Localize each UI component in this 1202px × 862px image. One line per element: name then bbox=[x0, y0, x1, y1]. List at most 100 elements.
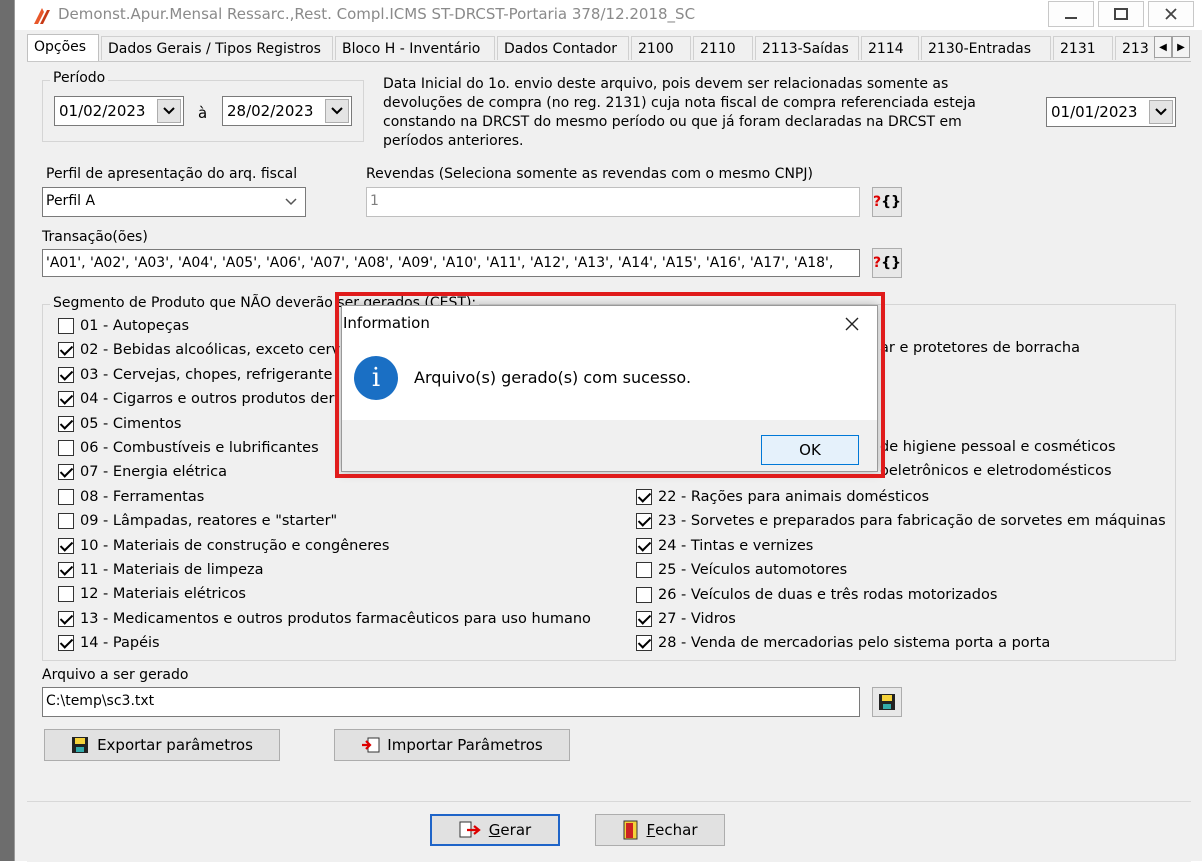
window-title: Demonst.Apur.Mensal Ressarc.,Rest. Compl… bbox=[58, 5, 696, 23]
segment-checkbox[interactable]: 11 - Materiais de limpeza bbox=[58, 560, 264, 580]
note-line: Data Inicial do 1o. envio deste arquivo,… bbox=[383, 76, 949, 92]
periodo-from-date[interactable]: 01/02/2023 bbox=[54, 96, 184, 126]
tab-213-partial[interactable]: 213 bbox=[1115, 36, 1155, 60]
checkbox-icon[interactable] bbox=[636, 586, 652, 603]
checkbox-icon[interactable] bbox=[58, 318, 74, 334]
close-icon bbox=[1165, 8, 1177, 20]
floppy-disk-icon bbox=[72, 737, 89, 753]
segment-label-partial: de higiene pessoal e cosméticos bbox=[880, 439, 1116, 455]
tab-2131[interactable]: 2131 bbox=[1053, 36, 1113, 60]
chevron-down-icon[interactable] bbox=[325, 99, 349, 123]
segment-checkbox[interactable]: 02 - Bebidas alcoólicas, exceto cerv bbox=[58, 340, 340, 360]
segment-checkbox[interactable]: 25 - Veículos automotores bbox=[636, 560, 847, 580]
braces-icon: {} bbox=[881, 194, 902, 210]
tab-scroll-right-arrow-icon[interactable]: ▶ bbox=[1172, 36, 1190, 58]
checkbox-icon[interactable] bbox=[636, 635, 652, 652]
segment-label: 01 - Autopeças bbox=[80, 318, 190, 334]
segment-checkbox[interactable]: 01 - Autopeças bbox=[58, 316, 189, 336]
segment-checkbox[interactable]: 22 - Rações para animais domésticos bbox=[636, 487, 929, 507]
maximize-icon bbox=[1114, 8, 1128, 20]
tab-2110[interactable]: 2110 bbox=[693, 36, 753, 60]
revendas-select-button[interactable]: ?{} bbox=[872, 187, 902, 217]
checkbox-icon[interactable] bbox=[58, 366, 74, 383]
fechar-label: echar bbox=[655, 821, 698, 839]
exit-door-icon bbox=[623, 820, 637, 840]
importar-parametros-button[interactable]: Importar Parâmetros bbox=[334, 729, 570, 761]
transacoes-select-button[interactable]: ?{} bbox=[872, 248, 902, 278]
checkbox-icon[interactable] bbox=[636, 537, 652, 554]
checkbox-icon[interactable] bbox=[58, 440, 74, 456]
segment-checkbox[interactable]: 26 - Veículos de duas e três rodas motor… bbox=[636, 585, 997, 605]
checkbox-icon[interactable] bbox=[58, 488, 74, 505]
chevron-down-icon bbox=[285, 198, 297, 206]
perfil-label: Perfil de apresentação do arq. fiscal bbox=[46, 166, 298, 182]
checkbox-icon[interactable] bbox=[58, 513, 74, 530]
exportar-label: Exportar parâmetros bbox=[97, 736, 253, 754]
segment-checkbox[interactable]: 09 - Lâmpadas, reatores e "starter" bbox=[58, 511, 337, 531]
tab-dados-gerais[interactable]: Dados Gerais / Tipos Registros bbox=[101, 36, 333, 60]
segment-checkbox[interactable]: 10 - Materiais de construção e congênere… bbox=[58, 536, 389, 556]
checkbox-icon[interactable] bbox=[58, 562, 74, 578]
perfil-select[interactable]: Perfil A bbox=[42, 187, 306, 217]
checkbox-icon[interactable] bbox=[58, 610, 74, 627]
segment-checkbox[interactable]: 12 - Materiais elétricos bbox=[58, 584, 246, 604]
chevron-down-icon[interactable] bbox=[157, 99, 181, 123]
help-query-icon: ? bbox=[872, 255, 882, 271]
checkbox-icon[interactable] bbox=[58, 391, 74, 408]
segment-checkbox[interactable]: 04 - Cigarros e outros produtos der bbox=[58, 389, 334, 409]
note-line: períodos anteriores. bbox=[383, 133, 524, 149]
tab-scroll-left-arrow-icon[interactable]: ◀ bbox=[1154, 36, 1172, 58]
tab-2100[interactable]: 2100 bbox=[631, 36, 691, 60]
tab-opcoes[interactable]: Opções bbox=[27, 34, 99, 62]
checkbox-icon[interactable] bbox=[58, 635, 74, 652]
checkbox-icon[interactable] bbox=[636, 611, 652, 627]
import-document-icon bbox=[362, 737, 380, 753]
revendas-field[interactable]: 1 bbox=[366, 187, 860, 217]
tab-dados-contador[interactable]: Dados Contador bbox=[497, 36, 629, 60]
segment-checkbox[interactable]: 27 - Vidros bbox=[636, 609, 736, 629]
arquivo-path-field[interactable]: C:\temp\sc3.txt bbox=[42, 687, 860, 717]
arquivo-save-button[interactable] bbox=[872, 687, 902, 717]
segment-label: 06 - Combustíveis e lubrificantes bbox=[80, 440, 319, 456]
periodo-label: Período bbox=[50, 70, 109, 86]
segment-checkbox[interactable]: 28 - Venda de mercadorias pelo sistema p… bbox=[636, 633, 1050, 653]
segment-label: 22 - Rações para animais domésticos bbox=[658, 489, 930, 505]
segment-checkbox[interactable]: 14 - Papéis bbox=[58, 633, 160, 653]
tab-bloco-h[interactable]: Bloco H - Inventário bbox=[335, 36, 495, 60]
checkbox-icon[interactable] bbox=[636, 489, 652, 505]
initial-date-field[interactable]: 01/01/2023 bbox=[1046, 97, 1176, 127]
revendas-label: Revendas (Seleciona somente as revendas … bbox=[366, 166, 813, 182]
segment-checkbox[interactable]: 03 - Cervejas, chopes, refrigerante bbox=[58, 365, 332, 385]
transacoes-field[interactable]: 'A01', 'A02', 'A03', 'A04', 'A05', 'A06'… bbox=[42, 249, 860, 277]
checkbox-icon[interactable] bbox=[58, 537, 74, 554]
segment-checkbox[interactable]: 08 - Ferramentas bbox=[58, 487, 204, 507]
fechar-button[interactable]: Fechar bbox=[595, 814, 725, 846]
segment-checkbox[interactable]: 05 - Cimentos bbox=[58, 414, 181, 434]
checkbox-icon[interactable] bbox=[636, 513, 652, 530]
periodo-to-date[interactable]: 28/02/2023 bbox=[222, 96, 352, 126]
help-query-icon: ? bbox=[872, 194, 882, 210]
segment-checkbox[interactable]: 23 - Sorvetes e preparados para fabricaç… bbox=[636, 511, 1166, 531]
checkbox-icon[interactable] bbox=[58, 342, 74, 359]
close-window-button[interactable] bbox=[1148, 1, 1194, 27]
exportar-parametros-button[interactable]: Exportar parâmetros bbox=[44, 729, 280, 761]
tab-2130-entradas[interactable]: 2130-Entradas bbox=[921, 36, 1051, 60]
periodo-separator: à bbox=[198, 104, 208, 122]
tab-2114[interactable]: 2114 bbox=[861, 36, 919, 60]
minimize-button[interactable] bbox=[1048, 1, 1094, 27]
arquivo-path-value: C:\temp\sc3.txt bbox=[46, 693, 155, 709]
checkbox-icon[interactable] bbox=[58, 586, 74, 603]
chevron-down-icon[interactable] bbox=[1149, 100, 1173, 124]
fechar-label-mnemonic: F bbox=[646, 821, 656, 839]
segment-checkbox[interactable]: 07 - Energia elétrica bbox=[58, 462, 227, 482]
segment-label-partial: oeletrônicos e eletrodomésticos bbox=[880, 463, 1112, 479]
segment-checkbox[interactable]: 06 - Combustíveis e lubrificantes bbox=[58, 438, 319, 458]
tab-2113-saidas[interactable]: 2113-Saídas bbox=[755, 36, 859, 60]
maximize-button[interactable] bbox=[1098, 1, 1144, 27]
checkbox-icon[interactable] bbox=[58, 415, 74, 432]
segment-checkbox[interactable]: 24 - Tintas e vernizes bbox=[636, 536, 813, 556]
gerar-button[interactable]: Gerar bbox=[430, 814, 560, 846]
checkbox-icon[interactable] bbox=[58, 464, 74, 481]
checkbox-icon[interactable] bbox=[636, 562, 652, 579]
segment-checkbox[interactable]: 13 - Medicamentos e outros produtos farm… bbox=[58, 609, 591, 629]
